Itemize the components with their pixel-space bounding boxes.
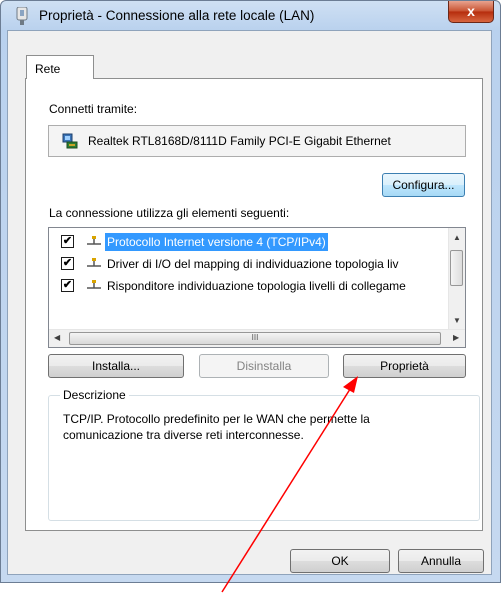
window-title: Proprietà - Connessione alla rete locale… bbox=[39, 8, 315, 23]
item-checkbox[interactable]: ✔ bbox=[61, 279, 74, 292]
scroll-grip-icon: III bbox=[251, 333, 259, 342]
adapter-name: Realtek RTL8168D/8111D Family PCI-E Giga… bbox=[88, 134, 391, 148]
list-item[interactable]: ✔ Risponditore individuazione topologia … bbox=[49, 276, 452, 296]
scroll-down-icon[interactable]: ▼ bbox=[453, 316, 461, 325]
uninstall-button[interactable]: Disinstalla bbox=[199, 354, 329, 378]
tab-label: Rete bbox=[35, 62, 61, 76]
items-section-label: La connessione utilizza gli elementi seg… bbox=[49, 206, 290, 220]
adapter-field: Realtek RTL8168D/8111D Family PCI-E Giga… bbox=[48, 125, 466, 157]
item-label: Driver di I/O del mapping di individuazi… bbox=[107, 257, 399, 271]
configure-button[interactable]: Configura... bbox=[382, 173, 465, 197]
ok-button[interactable]: OK bbox=[290, 549, 390, 573]
title-bar[interactable]: Proprietà - Connessione alla rete locale… bbox=[1, 1, 500, 31]
components-list[interactable]: ✔ Protocollo Internet versione 4 (TCP/IP… bbox=[48, 227, 466, 348]
horizontal-scroll-thumb[interactable]: III bbox=[69, 332, 441, 345]
cancel-button[interactable]: Annulla bbox=[398, 549, 484, 573]
scroll-up-icon[interactable]: ▲ bbox=[453, 233, 461, 242]
protocol-icon bbox=[87, 258, 101, 267]
properties-button[interactable]: Proprietà bbox=[343, 354, 466, 378]
horizontal-scrollbar[interactable]: ◀ III ▶ bbox=[49, 329, 465, 347]
vertical-scroll-thumb[interactable] bbox=[450, 250, 463, 286]
install-button[interactable]: Installa... bbox=[48, 354, 184, 378]
close-icon: x bbox=[467, 3, 475, 19]
item-checkbox[interactable]: ✔ bbox=[61, 257, 74, 270]
connect-via-label: Connetti tramite: bbox=[49, 102, 138, 116]
protocol-icon bbox=[87, 280, 101, 289]
item-label: Risponditore individuazione topologia li… bbox=[107, 279, 406, 293]
tab-rete[interactable]: Rete bbox=[26, 55, 94, 79]
scroll-right-icon[interactable]: ▶ bbox=[453, 333, 459, 342]
vertical-scrollbar[interactable]: ▲ ▼ bbox=[448, 228, 465, 331]
list-item[interactable]: ✔ Protocollo Internet versione 4 (TCP/IP… bbox=[49, 232, 452, 252]
protocol-icon bbox=[87, 236, 101, 245]
network-adapter-icon bbox=[62, 133, 78, 149]
close-button[interactable]: x bbox=[448, 1, 494, 23]
scroll-left-icon[interactable]: ◀ bbox=[54, 333, 60, 342]
item-label: Protocollo Internet versione 4 (TCP/IPv4… bbox=[105, 233, 328, 251]
item-checkbox[interactable]: ✔ bbox=[61, 235, 74, 248]
description-title: Descrizione bbox=[60, 388, 129, 402]
network-connection-icon bbox=[16, 7, 28, 25]
list-item[interactable]: ✔ Driver di I/O del mapping di individua… bbox=[49, 254, 452, 274]
description-text: TCP/IP. Protocollo predefinito per le WA… bbox=[63, 412, 370, 442]
